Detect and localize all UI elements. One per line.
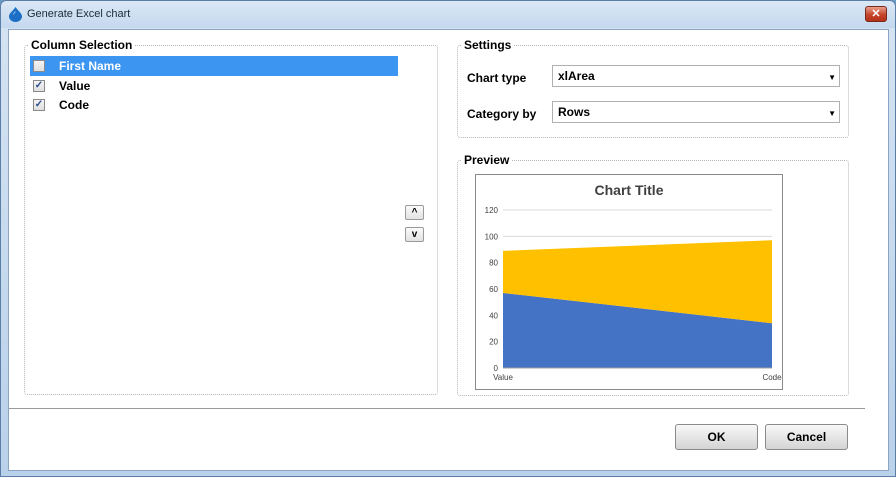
column-label: Value bbox=[59, 79, 91, 93]
category-by-value: Rows bbox=[558, 105, 591, 119]
column-item-value[interactable]: ✓ Value bbox=[30, 76, 398, 96]
y-tick-label: 20 bbox=[489, 338, 498, 347]
chevron-up-icon: ^ bbox=[411, 207, 418, 218]
preview-legend: Preview bbox=[462, 153, 512, 167]
category-by-label: Category by bbox=[467, 107, 537, 121]
column-checkbox-checked[interactable]: ✓ bbox=[33, 99, 45, 111]
dialog-body: Column Selection First Name ✓ Value ✓ Co… bbox=[8, 29, 889, 471]
settings-group: Settings Chart type xlArea ▼ Category by… bbox=[457, 38, 849, 138]
close-button[interactable]: ✕ bbox=[865, 6, 887, 22]
column-selection-legend: Column Selection bbox=[29, 38, 135, 52]
x-tick-label: Code bbox=[762, 373, 782, 382]
column-label: Code bbox=[59, 98, 89, 112]
chart-type-value: xlArea bbox=[558, 69, 595, 83]
y-tick-label: 0 bbox=[494, 364, 499, 373]
chevron-down-icon: ▼ bbox=[828, 73, 836, 82]
x-tick-label: Value bbox=[493, 373, 513, 382]
chart-type-select[interactable]: xlArea ▼ bbox=[552, 65, 840, 87]
cancel-button[interactable]: Cancel bbox=[765, 424, 848, 450]
column-checkbox-checked[interactable]: ✓ bbox=[33, 80, 45, 92]
y-tick-label: 80 bbox=[489, 259, 498, 268]
chart-type-label: Chart type bbox=[467, 71, 527, 85]
ok-button[interactable]: OK bbox=[675, 424, 758, 450]
column-checkbox[interactable] bbox=[33, 60, 45, 72]
move-down-button[interactable]: v bbox=[405, 227, 424, 242]
column-label: First Name bbox=[59, 59, 122, 73]
column-selection-group: Column Selection First Name ✓ Value ✓ Co… bbox=[24, 38, 438, 395]
y-tick-label: 120 bbox=[485, 206, 499, 215]
category-by-select[interactable]: Rows ▼ bbox=[552, 101, 840, 123]
column-item-code[interactable]: ✓ Code bbox=[30, 95, 398, 115]
y-tick-label: 40 bbox=[489, 311, 498, 320]
y-tick-label: 60 bbox=[489, 285, 498, 294]
preview-group: Preview Chart Title 0 20 40 60 80 100 120 Value C… bbox=[457, 153, 849, 396]
title-bar[interactable]: Generate Excel chart ✕ bbox=[1, 1, 895, 28]
y-tick-label: 100 bbox=[485, 232, 499, 241]
window-title: Generate Excel chart bbox=[27, 8, 131, 20]
area-chart: Chart Title020406080100120ValueCodeSerie… bbox=[485, 182, 813, 382]
close-icon: ✕ bbox=[871, 8, 881, 20]
chart-title: Chart Title bbox=[595, 182, 664, 198]
dialog-window: Generate Excel chart ✕ Column Selection … bbox=[0, 0, 896, 477]
app-icon bbox=[9, 7, 22, 22]
settings-legend: Settings bbox=[462, 38, 514, 52]
move-up-button[interactable]: ^ bbox=[405, 205, 424, 220]
column-item-first-name[interactable]: First Name bbox=[30, 56, 398, 76]
chevron-down-icon: ▼ bbox=[828, 109, 836, 118]
chevron-down-icon: v bbox=[411, 229, 418, 240]
footer-divider bbox=[9, 408, 865, 409]
chart-preview: Chart Title020406080100120ValueCodeSerie… bbox=[475, 174, 813, 390]
